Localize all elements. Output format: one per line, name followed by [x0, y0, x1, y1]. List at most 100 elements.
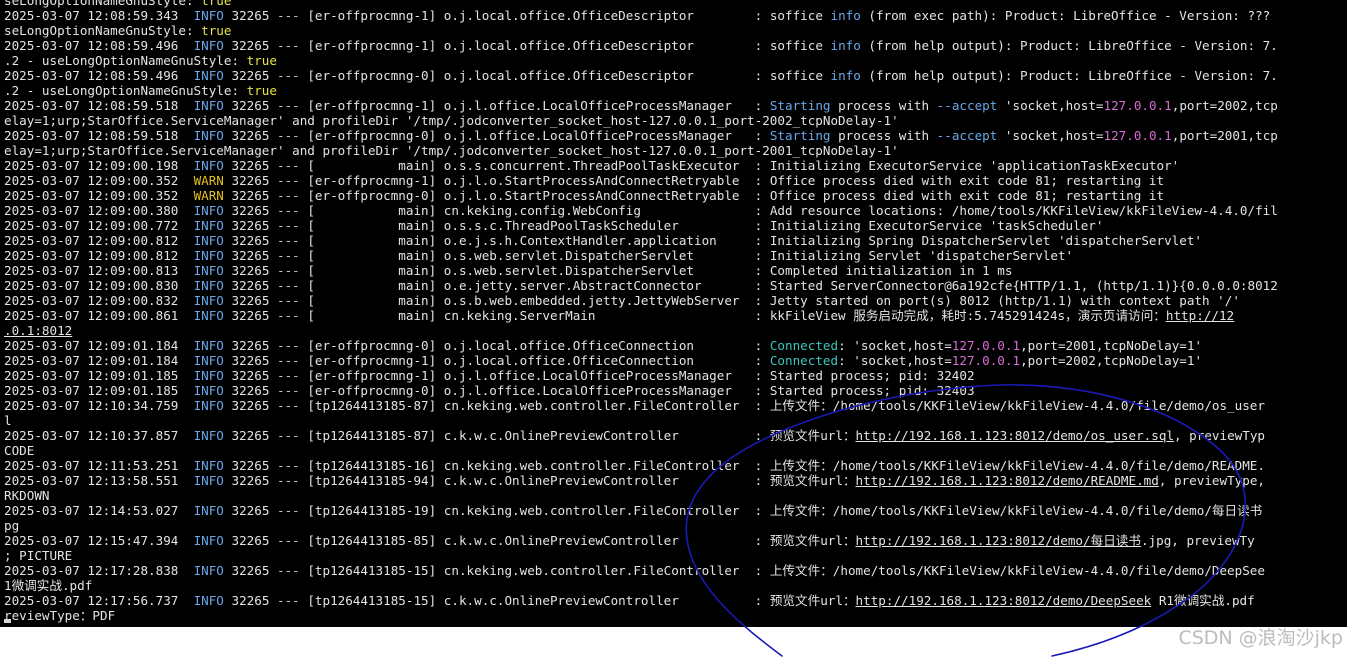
log-output: seLongOptionNameGnuStyle: true 2025-03-07…	[4, 0, 1347, 623]
log-line: .2 - useLongOptionNameGnuStyle: true	[4, 53, 1347, 68]
log-text: 2025-03-07 12:08:59.518	[4, 128, 194, 143]
log-text: [tp1264413185-15] cn.keking.web.controll…	[299, 563, 1265, 578]
log-text: 32265	[223, 248, 277, 263]
log-info-token: INFO	[193, 308, 224, 323]
log-dash-token: ---	[276, 503, 300, 518]
log-text: RKDOWN	[4, 488, 50, 503]
log-text: [ main] o.s.s.concurrent.ThreadPoolTaskE…	[299, 158, 1180, 173]
log-link-token[interactable]: http://192.168.1.123:8012/demo/DeepSeek	[856, 593, 1152, 608]
log-text: 2025-03-07 12:08:59.343	[4, 8, 194, 23]
log-text: 2025-03-07 12:09:01.184	[4, 353, 194, 368]
log-link-token[interactable]: http://192.168.1.123:8012/demo/README.md	[856, 473, 1159, 488]
log-dash-token: ---	[276, 338, 300, 353]
log-text: 32265	[223, 203, 277, 218]
log-text: [er-offprocmng-1] o.j.l.office.LocalOffi…	[299, 368, 975, 383]
log-true-token: true	[201, 0, 232, 8]
log-line: 2025-03-07 12:10:37.857 INFO 32265 --- […	[4, 428, 1347, 443]
log-text: 2025-03-07 12:09:00.813	[4, 263, 194, 278]
log-dash-token: ---	[276, 533, 300, 548]
log-link-token[interactable]: http://12	[1166, 308, 1234, 323]
log-line: ; PICTURE	[4, 548, 1347, 563]
log-text: 32265	[223, 158, 277, 173]
log-line: 2025-03-07 12:09:00.198 INFO 32265 --- […	[4, 158, 1347, 173]
log-dash-token: ---	[276, 248, 300, 263]
log-text: [tp1264413185-94] c.k.w.c.OnlinePreviewC…	[299, 473, 856, 488]
log-text: process with	[830, 128, 937, 143]
log-dash-token: ---	[276, 188, 300, 203]
log-info-token: INFO	[193, 368, 224, 383]
log-text: 32265	[223, 278, 277, 293]
log-dash-token: ---	[276, 383, 300, 398]
log-info-token: INFO	[193, 593, 224, 608]
log-text: 32265	[223, 503, 277, 518]
log-info-token: INFO	[193, 473, 224, 488]
log-link-token[interactable]: http://192.168.1.123:8012/demo/os_user.s…	[856, 428, 1174, 443]
log-text: ,port=2002,tcp	[1171, 98, 1278, 113]
log-dash-token: ---	[276, 563, 300, 578]
log-dash-token: ---	[276, 308, 300, 323]
log-warn-token: WARN	[193, 188, 224, 203]
log-link-token[interactable]: http://192.168.1.123:8012/demo/	[856, 533, 1091, 548]
log-text: 2025-03-07 12:15:47.394	[4, 533, 194, 548]
log-line: 2025-03-07 12:17:56.737 INFO 32265 --- […	[4, 593, 1347, 608]
log-dash-token: ---	[276, 68, 300, 83]
terminal-window[interactable]: seLongOptionNameGnuStyle: true 2025-03-07…	[0, 0, 1347, 627]
log-line: 2025-03-07 12:08:59.518 INFO 32265 --- […	[4, 128, 1347, 143]
log-line: 2025-03-07 12:14:53.027 INFO 32265 --- […	[4, 503, 1347, 518]
log-text: 2025-03-07 12:13:58.551	[4, 473, 194, 488]
log-text: : 'socket,host=	[838, 353, 952, 368]
log-text: [er-offprocmng-1] o.j.l.o.StartProcessAn…	[299, 173, 1165, 188]
log-text: ,port=2001,tcp	[1171, 128, 1278, 143]
log-text: 2025-03-07 12:09:00.352	[4, 173, 194, 188]
log-dash-token: ---	[276, 428, 300, 443]
log-dash-token: ---	[276, 203, 300, 218]
log-text: , previewTyp	[1174, 428, 1265, 443]
log-line: seLongOptionNameGnuStyle: true	[4, 23, 1347, 38]
log-line: seLongOptionNameGnuStyle: true	[4, 0, 1347, 8]
log-text: 32265	[223, 293, 277, 308]
log-text: 2025-03-07 12:09:00.352	[4, 188, 194, 203]
log-text: [ main] o.e.jetty.server.AbstractConnect…	[299, 278, 1278, 293]
log-text: reviewType：PDF	[4, 608, 116, 623]
log-text: 32265	[223, 8, 277, 23]
log-line: 2025-03-07 12:08:59.496 INFO 32265 --- […	[4, 38, 1347, 53]
log-text: 32265	[223, 533, 277, 548]
log-dash-token: ---	[276, 458, 300, 473]
log-info-token: INFO	[193, 68, 224, 83]
log-text: process with	[830, 98, 937, 113]
log-line: l	[4, 413, 1347, 428]
log-link-token[interactable]: .0.1:8012	[4, 323, 72, 338]
log-true-token: true	[201, 23, 232, 38]
log-dash-token: ---	[276, 8, 300, 23]
log-dash-token: ---	[276, 233, 300, 248]
log-text: [tp1264413185-16] cn.keking.web.controll…	[299, 458, 1265, 473]
log-dash-token: ---	[276, 368, 300, 383]
log-text: 32265	[223, 98, 277, 113]
log-line: 2025-03-07 12:15:47.394 INFO 32265 --- […	[4, 533, 1347, 548]
log-line: 2025-03-07 12:08:59.496 INFO 32265 --- […	[4, 68, 1347, 83]
log-text: 2025-03-07 12:09:00.832	[4, 293, 194, 308]
log-text: 2025-03-07 12:08:59.496	[4, 38, 194, 53]
log-text: [er-offprocmng-0] o.j.local.office.Offic…	[299, 68, 831, 83]
log-text: [ main] o.s.web.servlet.DispatcherServle…	[299, 248, 1074, 263]
log-dash-token: ---	[276, 278, 300, 293]
log-text: 32265	[223, 383, 277, 398]
log-text: [er-offprocmng-0] o.j.local.office.Offic…	[299, 338, 770, 353]
log-text: [er-offprocmng-0] o.j.l.office.LocalOffi…	[299, 128, 770, 143]
log-line: 2025-03-07 12:09:00.812 INFO 32265 --- […	[4, 248, 1347, 263]
log-text: 32265	[223, 368, 277, 383]
log-ip-token: 127.0.0.1	[951, 353, 1021, 368]
log-link-token[interactable]: 每日读书	[1091, 533, 1141, 548]
log-info-token: INFO	[193, 293, 224, 308]
log-line: .0.1:8012	[4, 323, 1347, 338]
log-text: (from exec path): Product: LibreOffice -…	[860, 8, 1271, 23]
log-info-token: --accept	[936, 128, 998, 143]
log-text: 2025-03-07 12:09:00.380	[4, 203, 194, 218]
log-text: 32265	[223, 128, 277, 143]
log-text: 32265	[223, 173, 277, 188]
log-text: pg	[4, 518, 20, 533]
log-true-token: true	[246, 53, 277, 68]
log-info-token: info	[830, 8, 861, 23]
text-cursor	[4, 619, 11, 623]
log-text: [ main] cn.keking.ServerMain : kkFileVie…	[299, 308, 1166, 323]
